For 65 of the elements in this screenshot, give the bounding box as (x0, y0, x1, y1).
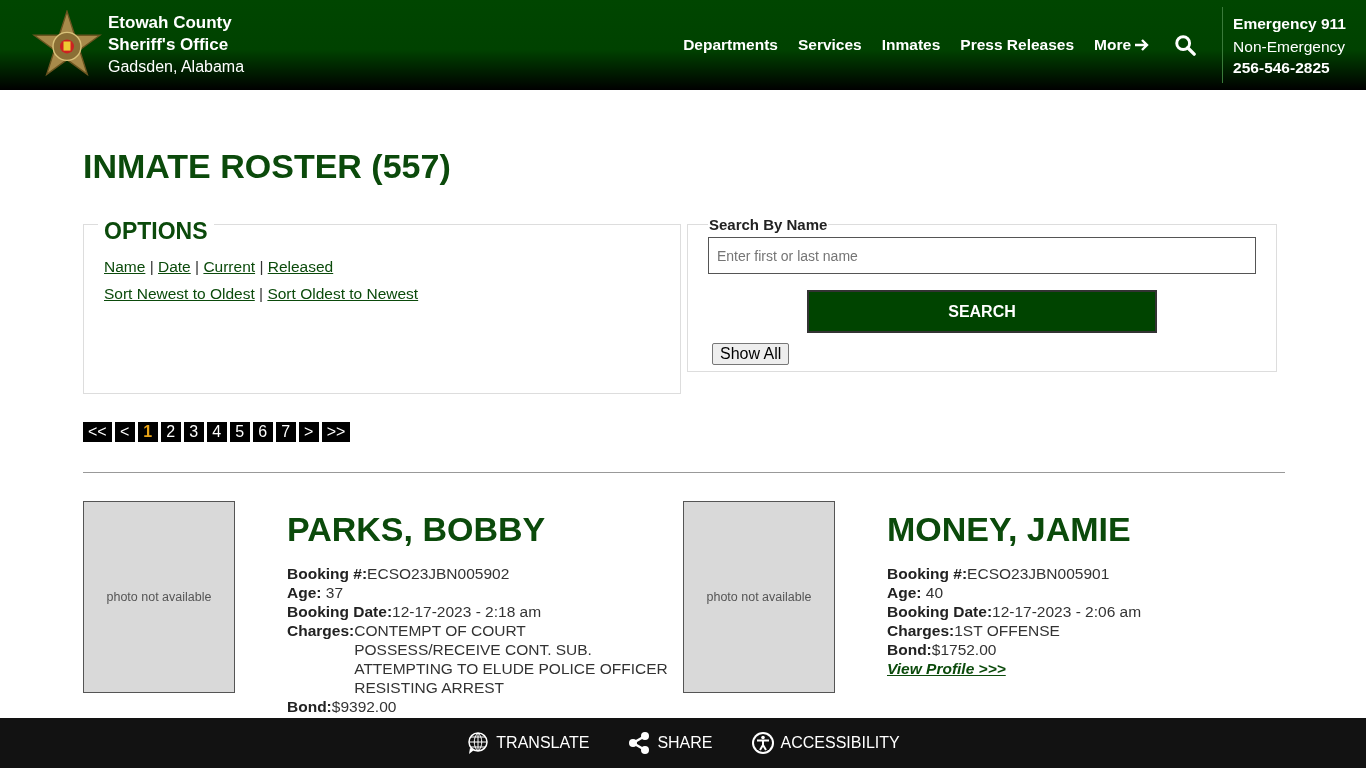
detail-line: Booking Date:12-17-2023 - 2:06 am (887, 602, 1142, 621)
page-link[interactable]: 6 (252, 422, 273, 442)
detail-line: Booking Date:12-17-2023 - 2:18 am (287, 602, 543, 621)
footer-link[interactable]: ACCESSIBILITY (780, 734, 900, 752)
separator: | (258, 258, 265, 275)
site-subtitle: Gadsden, Alabama (108, 57, 245, 77)
nav-link[interactable]: Departments (683, 36, 778, 54)
arrow-icon (1134, 37, 1151, 53)
option-link[interactable]: Date (158, 258, 191, 275)
detail-line: Bond:$1752.00 (887, 640, 998, 659)
inmate-name: PARKS, BOBBY (287, 509, 547, 549)
page-link[interactable]: << (83, 422, 112, 442)
charge-text: ATTEMPTING TO ELUDE POLICE OFFICER (354, 659, 668, 678)
search-field[interactable]: Enter first or last name (708, 237, 1256, 274)
inmate-name: MONEY, JAMIE (887, 509, 1132, 549)
nav-link[interactable]: Inmates (881, 36, 941, 54)
placeholder-text: photo not available (706, 590, 812, 604)
detail-line: Booking #:ECSO23JBN005902 (287, 564, 511, 583)
share-icon (627, 731, 652, 755)
option-link[interactable]: Sort Newest to Oldest (104, 285, 255, 302)
separator: | (148, 258, 155, 275)
phone-number: 256-546-2825 (1233, 57, 1331, 78)
charge-text: POSSESS/RECEIVE CONT. SUB. (354, 640, 593, 659)
footer-link[interactable]: SHARE (657, 734, 713, 752)
page-link[interactable]: 5 (229, 422, 250, 442)
emergency-number: Emergency 911 (1233, 13, 1346, 34)
charges-label: Charges: (887, 621, 955, 640)
accessibility-icon (750, 731, 775, 755)
page-link[interactable]: 1 (137, 422, 158, 442)
page-link[interactable]: >> (321, 422, 351, 442)
detail-line: Age: 40 (887, 583, 944, 602)
detail-line: Booking #:ECSO23JBN005901 (887, 564, 1111, 583)
option-link[interactable]: Sort Oldest to Newest (267, 285, 419, 302)
option-link[interactable]: Name (104, 258, 146, 275)
page-link[interactable]: 3 (183, 422, 204, 442)
separator: | (194, 258, 201, 275)
nav-link[interactable]: Services (797, 36, 862, 54)
page-link[interactable]: < (114, 422, 135, 442)
show-all-button[interactable]: Show All (712, 343, 790, 365)
separator: | (258, 285, 265, 302)
search-icon[interactable] (1174, 34, 1197, 56)
footer-link[interactable]: TRANSLATE (496, 734, 590, 752)
placeholder-text: photo not available (106, 590, 212, 604)
nav-link[interactable]: Press Releases (960, 36, 1075, 54)
option-link[interactable]: Current (203, 258, 256, 275)
page-title: INMATE ROSTER (557) (83, 146, 452, 186)
charge-text: 1ST OFFENSE (954, 621, 1060, 640)
page-link[interactable]: 2 (160, 422, 181, 442)
view-profile-link[interactable]: View Profile >>> (887, 660, 1006, 677)
charges-label: Charges: (287, 621, 355, 641)
page-link[interactable]: 4 (206, 422, 227, 442)
search-button[interactable]: SEARCH (807, 290, 1157, 333)
page-link[interactable]: 7 (275, 422, 296, 442)
nav-link[interactable]: More (1094, 36, 1151, 54)
detail-line: Bond:$9392.00 (287, 697, 398, 716)
site-title: Sheriff's Office (108, 34, 230, 56)
phone-label: Non-Emergency (1233, 36, 1346, 57)
site-title: Etowah County (108, 12, 233, 34)
globe-icon (466, 731, 491, 755)
detail-line: Age: 37 (287, 583, 344, 602)
charge-text: RESISTING ARREST (354, 678, 506, 697)
option-link[interactable]: Released (267, 258, 334, 275)
search-label: Search By Name (708, 216, 829, 233)
charge-text: CONTEMPT OF COURT (354, 621, 527, 640)
page-link[interactable]: > (298, 422, 319, 442)
